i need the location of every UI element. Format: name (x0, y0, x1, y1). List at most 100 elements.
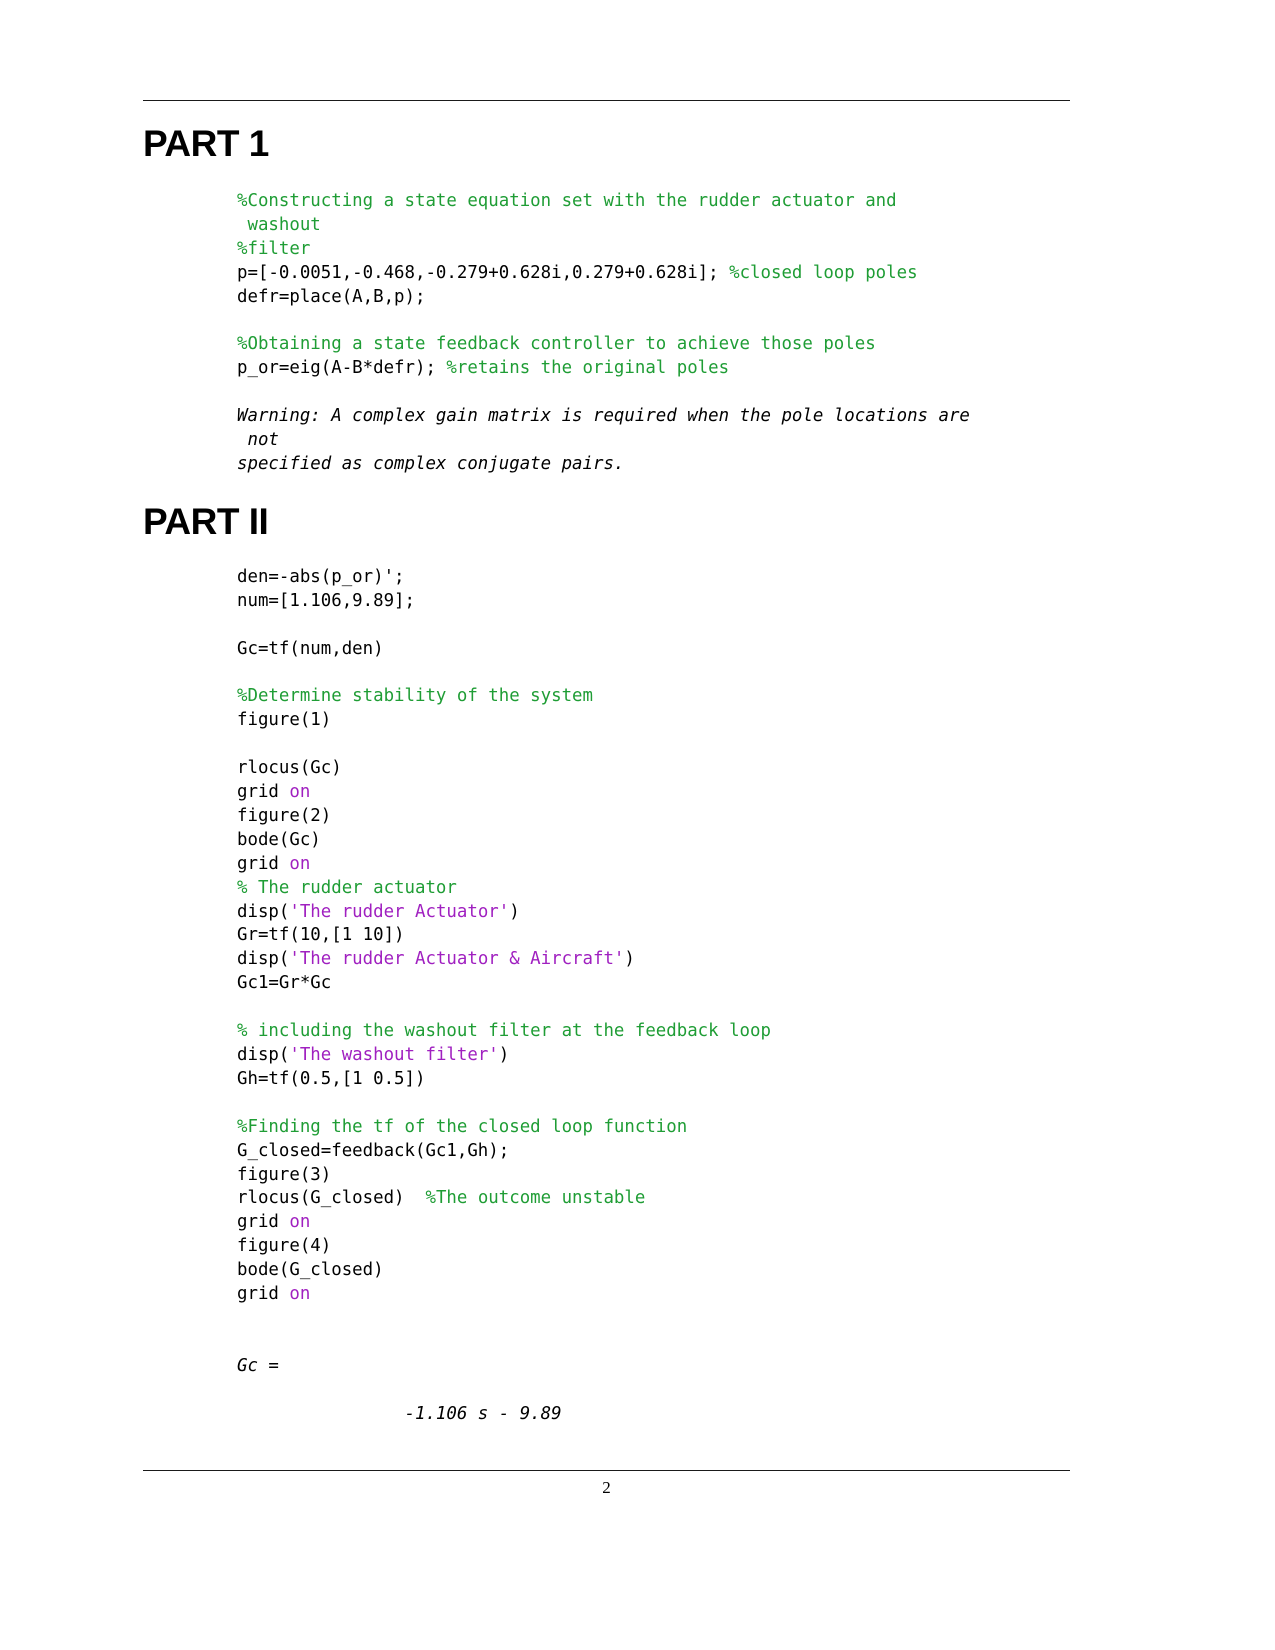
code-line: %Finding the tf of the closed loop funct… (237, 1116, 1103, 1140)
code-line: Gh=tf(0.5,[1 0.5]) (237, 1068, 1103, 1092)
code-comment: %Finding the tf of the closed loop funct… (237, 1116, 688, 1137)
code-line: rlocus(G_closed) %The outcome unstable (237, 1187, 1103, 1211)
code-line: grid on (237, 853, 1103, 877)
code-line: Gc = (237, 1355, 1103, 1379)
code-block-part-2: den=-abs(p_or)'; num=[1.106,9.89]; Gc=tf(… (237, 566, 1103, 1427)
code-line (237, 614, 1103, 638)
code-text: grid (237, 1284, 290, 1305)
code-line: grid on (237, 1211, 1103, 1235)
code-line (237, 1307, 1103, 1331)
code-text: bode(G_closed) (237, 1260, 384, 1281)
code-line: Warning: A complex gain matrix is requir… (237, 405, 1103, 429)
code-line: rlocus(Gc) (237, 757, 1103, 781)
code-comment: %closed loop poles (729, 262, 918, 283)
code-text: grid (237, 782, 290, 803)
code-line: G_closed=feedback(Gc1,Gh); (237, 1140, 1103, 1164)
code-text: rlocus(Gc) (237, 758, 342, 779)
code-text: p=[-0.0051,-0.468,-0.279+0.628i,0.279+0.… (237, 262, 730, 283)
section-part-2: PART II (143, 503, 1103, 540)
code-text: ) (498, 1045, 510, 1065)
code-line: grid on (237, 1283, 1103, 1307)
code-comment: %Determine stability of the system (237, 686, 593, 707)
code-keyword: on (289, 782, 311, 803)
code-line: % The rudder actuator (237, 877, 1103, 901)
code-line: p=[-0.0051,-0.468,-0.279+0.628i,0.279+0.… (237, 262, 1103, 286)
code-text: figure(2) (237, 805, 332, 826)
code-keyword: on (289, 1284, 311, 1305)
footer-rule (143, 1470, 1070, 1471)
code-line (237, 310, 1103, 334)
code-text: ) (509, 901, 520, 922)
code-line: -1.106 s - 9.89 (237, 1403, 1103, 1427)
code-keyword: on (289, 1212, 311, 1233)
page-title-part-1: PART 1 (143, 123, 269, 164)
code-line: p_or=eig(A-B*defr); %retains the origina… (237, 357, 1103, 381)
code-line (237, 1092, 1103, 1116)
footer-page-number: 2 (602, 1478, 611, 1497)
document-page: PART 1 %Constructing a state equation se… (0, 0, 1275, 1650)
code-text: figure(3) (237, 1164, 332, 1185)
code-line: num=[1.106,9.89]; (237, 590, 1103, 614)
code-line (237, 662, 1103, 686)
code-text: grid (237, 853, 290, 874)
code-line: washout (237, 214, 1103, 238)
code-comment: % The rudder actuator (237, 877, 457, 898)
code-comment: %filter (237, 238, 311, 259)
section-part-1: PART 1 (143, 125, 1103, 162)
code-line: figure(4) (237, 1235, 1103, 1259)
code-comment: %Constructing a state equation set with … (237, 191, 897, 211)
code-line: figure(1) (237, 709, 1103, 733)
code-text: G_closed=feedback(Gc1,Gh); (237, 1140, 510, 1161)
code-text: p_or=eig(A-B*defr); (237, 358, 447, 379)
code-comment: %Obtaining a state feedback controller t… (237, 334, 876, 355)
page-content: PART 1 %Constructing a state equation se… (143, 125, 1103, 1427)
code-text: Gc=tf(num,den) (237, 638, 384, 659)
console-output: Warning: A complex gain matrix is requir… (237, 406, 970, 427)
code-line: grid on (237, 781, 1103, 805)
code-line: defr=place(A,B,p); (237, 286, 1103, 310)
code-comment: washout (237, 214, 321, 235)
code-text: figure(1) (237, 710, 332, 731)
header-rule (143, 100, 1070, 101)
code-line: disp('The rudder Actuator & Aircraft') (237, 948, 1103, 972)
code-text: rlocus(G_closed) (237, 1188, 426, 1209)
code-line: figure(2) (237, 805, 1103, 829)
code-text: disp( (237, 1045, 290, 1065)
code-comment: %The outcome unstable (425, 1188, 646, 1209)
code-line: %Obtaining a state feedback controller t… (237, 333, 1103, 357)
code-string: 'The washout filter' (289, 1045, 499, 1065)
console-output: -1.106 s - 9.89 (237, 1403, 562, 1424)
code-text: disp( (237, 949, 290, 970)
code-text: Gh=tf(0.5,[1 0.5]) (237, 1068, 426, 1089)
code-line: disp('The washout filter') (237, 1044, 1103, 1068)
code-text: Gc1=Gr*Gc (237, 973, 332, 994)
code-line: figure(3) (237, 1164, 1103, 1188)
code-text: Gr=tf(10,[1 10]) (237, 925, 405, 946)
console-output: not (237, 430, 279, 451)
code-text: figure(4) (237, 1236, 332, 1257)
code-line (237, 381, 1103, 405)
code-line (237, 1379, 1103, 1403)
code-text: den=-abs(p_or)'; (237, 566, 405, 587)
code-line: not (237, 429, 1103, 453)
code-line: Gc=tf(num,den) (237, 638, 1103, 662)
code-text: ) (624, 949, 635, 970)
page-title-part-2: PART II (143, 500, 269, 542)
code-line: % including the washout filter at the fe… (237, 1020, 1103, 1044)
code-text: defr=place(A,B,p); (237, 286, 426, 307)
code-line (237, 733, 1103, 757)
code-text: grid (237, 1212, 290, 1233)
code-line (237, 996, 1103, 1020)
code-line: bode(Gc) (237, 829, 1103, 853)
code-line: %Constructing a state equation set with … (237, 190, 1103, 214)
code-line: specified as complex conjugate pairs. (237, 453, 1103, 477)
